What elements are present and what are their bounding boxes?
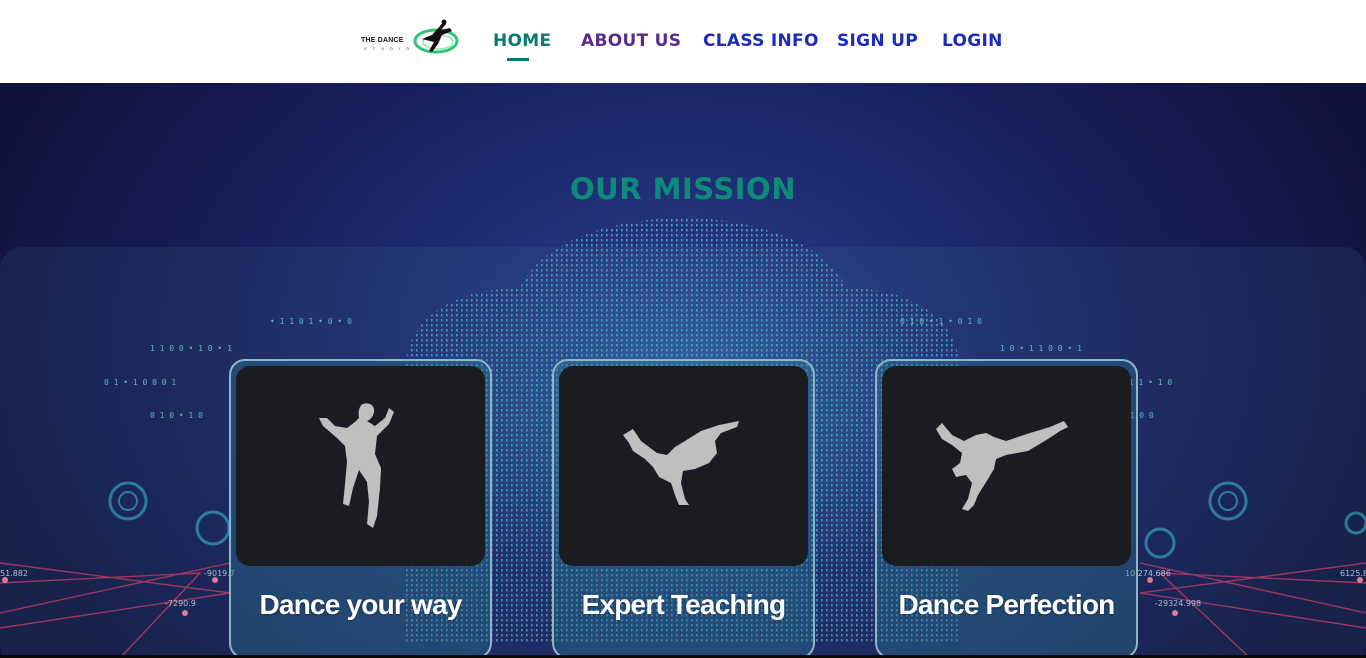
card-image <box>559 366 808 566</box>
mission-card[interactable]: Expert Teaching <box>552 359 815 658</box>
nav-sign-up[interactable]: SIGN UP <box>837 31 918 51</box>
card-image <box>882 366 1131 566</box>
mission-card[interactable]: Dance your way <box>229 359 492 658</box>
card-title: Dance your way <box>259 589 463 620</box>
breakdancer-freeze-icon <box>622 421 739 505</box>
active-nav-indicator <box>507 58 529 61</box>
card-title: Dance Perfection <box>898 589 1116 620</box>
nav-about-us[interactable]: ABOUT US <box>581 31 681 51</box>
top-navbar: THE DANCE STUDIO HOME ABOUT US CLASS INF… <box>0 0 1366 83</box>
dancer-jumping-icon <box>318 403 394 528</box>
mission-heading: OUR MISSION <box>570 172 796 206</box>
card-image <box>236 366 485 566</box>
main-menu: HOME ABOUT US CLASS INFO SIGN UP LOGIN <box>0 31 1366 61</box>
card-title: Expert Teaching <box>581 589 787 620</box>
breakdancer-handstand-icon <box>935 421 1068 511</box>
mission-card[interactable]: Dance Perfection <box>875 359 1138 658</box>
nav-class-info[interactable]: CLASS INFO <box>703 31 819 51</box>
mission-section: • 1 1 0 1 • 0 • 0 1 1 0 0 • 1 0 • 1 0 1 … <box>0 83 1366 658</box>
nav-login[interactable]: LOGIN <box>942 31 1003 51</box>
nav-home[interactable]: HOME <box>493 31 551 51</box>
